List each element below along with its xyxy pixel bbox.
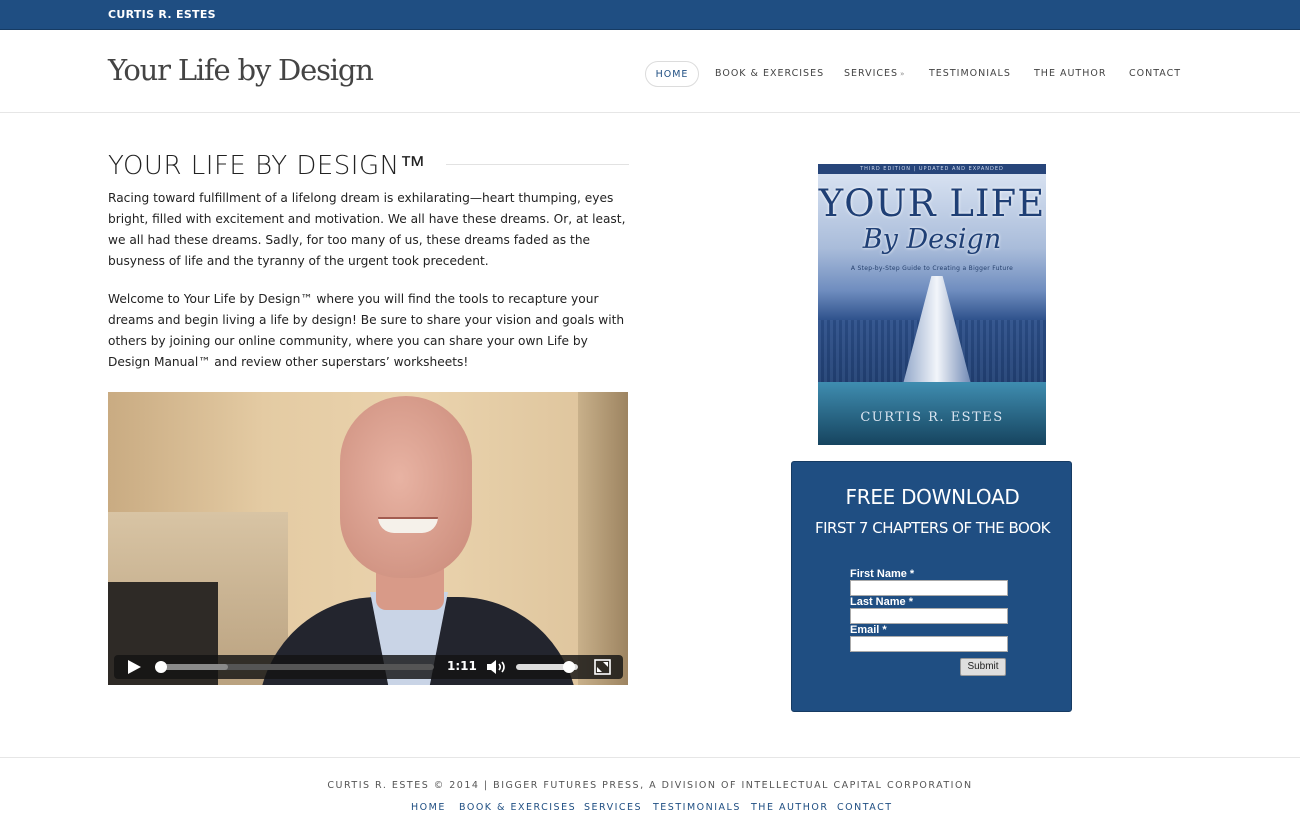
video-scene-doorframe xyxy=(578,392,628,685)
video-scene-face xyxy=(340,396,472,578)
book-title-line2: By Design xyxy=(862,224,1002,255)
nav-testimonials[interactable]: TESTIMONIALS xyxy=(929,61,1011,87)
video-controls: 1:11 xyxy=(114,655,623,679)
nav-home[interactable]: HOME xyxy=(645,61,699,87)
book-cover[interactable]: THIRD EDITION | UPDATED AND EXPANDED YOU… xyxy=(818,164,1046,445)
book-author: CURTIS R. ESTES xyxy=(860,410,1004,425)
intro-paragraph: Racing toward fulfillment of a lifelong … xyxy=(108,191,626,268)
footer-nav-services[interactable]: SERVICES xyxy=(584,802,642,813)
footer-nav-home[interactable]: HOME xyxy=(411,802,446,813)
welcome-paragraph: Welcome to Your Life by Design™ where yo… xyxy=(108,292,625,369)
play-icon[interactable] xyxy=(128,660,141,674)
submit-button[interactable]: Submit xyxy=(960,658,1006,676)
email-label: Email * xyxy=(850,624,887,636)
title-divider xyxy=(446,164,629,165)
volume-handle[interactable] xyxy=(563,661,575,673)
video-duration: 1:11 xyxy=(447,659,477,673)
volume-slider[interactable] xyxy=(516,661,578,673)
footer-copyright: CURTIS R. ESTES © 2014 | BIGGER FUTURES … xyxy=(327,780,973,791)
site-owner-name[interactable]: CURTIS R. ESTES xyxy=(108,8,216,21)
nav-the-author[interactable]: THE AUTHOR xyxy=(1034,61,1106,87)
progress-handle[interactable] xyxy=(155,661,167,673)
site-footer: CURTIS R. ESTES © 2014 | BIGGER FUTURES … xyxy=(0,757,1300,813)
top-bar: CURTIS R. ESTES xyxy=(0,0,1300,30)
last-name-field[interactable] xyxy=(850,608,1008,624)
video-scene-smile xyxy=(378,517,438,533)
first-name-field[interactable] xyxy=(850,580,1008,596)
volume-icon[interactable] xyxy=(485,659,509,675)
last-name-label: Last Name * xyxy=(850,596,913,608)
site-header: Your Life by Design HOME BOOK & EXERCISE… xyxy=(0,31,1300,113)
double-chevron-down-icon: » xyxy=(900,70,906,78)
footer-nav-testimonials[interactable]: TESTIMONIALS xyxy=(653,802,741,813)
book-subtitle: A Step-by-Step Guide to Creating a Bigge… xyxy=(850,265,1014,272)
footer-nav-book-exercises[interactable]: BOOK & EXERCISES xyxy=(459,802,576,813)
email-field[interactable] xyxy=(850,636,1008,652)
fullscreen-icon[interactable] xyxy=(594,659,611,675)
free-download-box: FREE DOWNLOAD FIRST 7 CHAPTERS OF THE BO… xyxy=(791,461,1072,712)
book-title-line1: YOUR LIFE xyxy=(818,182,1046,225)
book-edition-band: THIRD EDITION | UPDATED AND EXPANDED xyxy=(818,164,1046,174)
footer-nav-the-author[interactable]: THE AUTHOR xyxy=(751,802,828,813)
download-title: FREE DOWNLOAD xyxy=(845,485,1020,509)
download-subtitle: FIRST 7 CHAPTERS OF THE BOOK xyxy=(814,519,1051,537)
nav-book-exercises[interactable]: BOOK & EXERCISES xyxy=(715,61,824,87)
site-logo[interactable]: Your Life by Design xyxy=(108,53,374,87)
footer-nav-contact[interactable]: CONTACT xyxy=(837,802,893,813)
nav-contact[interactable]: CONTACT xyxy=(1129,61,1181,87)
nav-services-label: SERVICES xyxy=(844,68,899,79)
video-progress-bar[interactable] xyxy=(155,661,434,673)
first-name-label: First Name * xyxy=(850,568,915,580)
video-player[interactable] xyxy=(108,392,628,685)
page-title: YOUR LIFE BY DESIGN™ xyxy=(108,151,427,181)
nav-services[interactable]: SERVICES» xyxy=(844,61,905,87)
